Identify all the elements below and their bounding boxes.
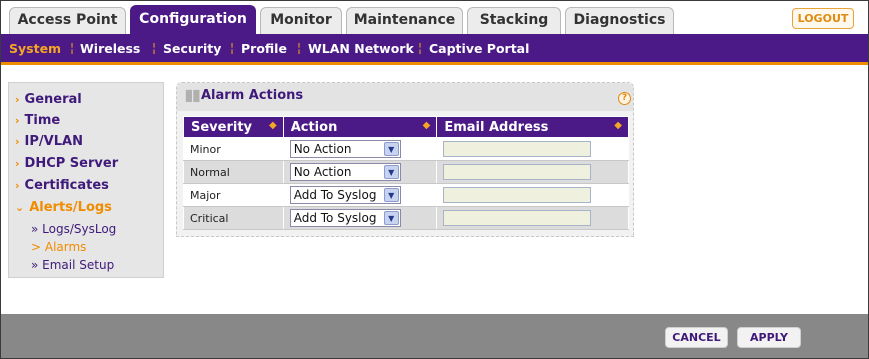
- chevron-down-icon[interactable]: ▼: [383, 165, 399, 179]
- subnav-system[interactable]: System: [9, 41, 61, 56]
- subnav-captive-portal[interactable]: Captive Portal: [429, 41, 529, 56]
- table-row: Major Add To Syslog ▼: [183, 183, 629, 207]
- table-row: Minor No Action ▼: [183, 137, 629, 161]
- email-cell: [436, 137, 629, 161]
- action-cell: No Action ▼: [282, 137, 438, 161]
- table-row: Normal No Action ▼: [183, 160, 629, 184]
- panel-header: ■■ ■■ Alarm Actions ?: [177, 83, 633, 111]
- column-header-email-address[interactable]: Email Address ◆: [436, 116, 629, 138]
- column-header-severity[interactable]: Severity ◆: [183, 116, 284, 138]
- email-address-input[interactable]: [443, 187, 592, 203]
- accent-divider: [1, 62, 868, 65]
- action-select-value: Add To Syslog: [293, 188, 377, 202]
- action-select[interactable]: No Action ▼: [289, 140, 401, 158]
- sort-icon[interactable]: ◆: [269, 120, 277, 131]
- apply-button[interactable]: APPLY: [737, 327, 801, 348]
- tab-diagnostics[interactable]: Diagnostics: [565, 7, 674, 34]
- leftnav-subitem-alarms[interactable]: > Alarms: [31, 240, 86, 254]
- subnav-separator: ¦: [418, 41, 423, 55]
- sort-icon[interactable]: ◆: [614, 120, 622, 131]
- email-address-input[interactable]: [443, 141, 592, 157]
- chevron-down-icon[interactable]: ▼: [383, 142, 399, 156]
- subnav-separator: ¦: [297, 41, 302, 55]
- subnav-separator: ¦: [230, 41, 235, 55]
- severity-cell: Minor: [183, 137, 284, 161]
- tab-configuration[interactable]: Configuration: [130, 5, 256, 34]
- alarm-actions-table: Severity ◆ Action ◆ Email Address ◆ Minor N…: [183, 116, 629, 230]
- leftnav-item-label: General: [24, 92, 82, 107]
- email-address-input[interactable]: [443, 164, 592, 180]
- severity-cell: Normal: [183, 160, 284, 184]
- chevron-down-icon[interactable]: ▼: [383, 211, 399, 225]
- leftnav-item-time[interactable]: › Time: [15, 113, 60, 128]
- severity-cell: Major: [183, 183, 284, 207]
- chevron-right-icon: ›: [15, 114, 20, 127]
- leftnav-item-label: Certificates: [24, 178, 109, 193]
- leftnav-item-label: IP/VLAN: [24, 134, 83, 149]
- email-cell: [436, 160, 629, 184]
- column-header-label: Email Address: [444, 119, 549, 135]
- action-cell: No Action ▼: [282, 160, 438, 184]
- panel-title: Alarm Actions: [201, 88, 304, 103]
- email-cell: [436, 206, 629, 230]
- email-address-input[interactable]: [443, 210, 592, 226]
- table-header-row: Severity ◆ Action ◆ Email Address ◆: [183, 116, 629, 138]
- cancel-button[interactable]: CANCEL: [665, 327, 728, 348]
- severity-cell: Critical: [183, 206, 284, 230]
- chevron-right-icon: ›: [15, 157, 20, 170]
- subnav-wireless[interactable]: Wireless: [80, 41, 140, 56]
- leftnav-item-certificates[interactable]: › Certificates: [15, 178, 109, 193]
- leftnav-subitem-logs-syslog[interactable]: » Logs/SysLog: [31, 222, 116, 236]
- action-cell: Add To Syslog ▼: [282, 206, 438, 230]
- subnav-separator: ¦: [152, 41, 157, 55]
- sort-icon[interactable]: ◆: [423, 120, 431, 131]
- subnav-security[interactable]: Security: [163, 41, 221, 56]
- leftnav-item-general[interactable]: › General: [15, 92, 82, 107]
- tab-stacking[interactable]: Stacking: [467, 7, 561, 34]
- column-header-label: Severity: [191, 119, 253, 135]
- leftnav-item-dhcp-server[interactable]: › DHCP Server: [15, 156, 118, 171]
- chevron-right-icon: ›: [15, 93, 20, 106]
- footer-bar: CANCEL APPLY: [1, 314, 868, 358]
- leftnav-subitem-email-setup[interactable]: » Email Setup: [31, 258, 114, 272]
- tab-maintenance[interactable]: Maintenance: [346, 7, 463, 34]
- chevron-down-icon: ⌄: [15, 201, 25, 214]
- subnav-wlan-network[interactable]: WLAN Network: [308, 41, 414, 56]
- sub-navigation: System ¦ Wireless ¦ Security ¦ Profile ¦…: [1, 34, 868, 62]
- column-header-action[interactable]: Action ◆: [282, 116, 438, 138]
- action-select[interactable]: No Action ▼: [289, 163, 401, 181]
- table-row: Critical Add To Syslog ▼: [183, 206, 629, 230]
- main-tabbar: Access Point Configuration Monitor Maint…: [1, 1, 868, 34]
- action-select-value: No Action: [293, 142, 352, 156]
- alarm-actions-panel: ■■ ■■ Alarm Actions ? Severity ◆ Action ◆ E…: [176, 82, 634, 237]
- leftnav-item-alerts-logs[interactable]: ⌄ Alerts/Logs: [15, 200, 112, 215]
- subnav-profile[interactable]: Profile: [241, 41, 287, 56]
- leftnav-item-label: Alerts/Logs: [29, 200, 112, 215]
- chevron-right-icon: ›: [15, 135, 20, 148]
- leftnav-item-label: Time: [24, 113, 61, 128]
- column-header-label: Action: [290, 119, 338, 135]
- leftnav-item-ip-vlan[interactable]: › IP/VLAN: [15, 134, 83, 149]
- app-frame: Access Point Configuration Monitor Maint…: [0, 0, 869, 359]
- logout-button[interactable]: LOGOUT: [792, 8, 854, 29]
- subnav-separator: ¦: [70, 41, 75, 55]
- action-select[interactable]: Add To Syslog ▼: [289, 209, 401, 227]
- help-icon[interactable]: ?: [618, 92, 631, 105]
- chevron-right-icon: ›: [15, 179, 20, 192]
- tab-monitor[interactable]: Monitor: [260, 7, 342, 34]
- tab-access-point[interactable]: Access Point: [9, 7, 126, 34]
- leftnav-item-label: DHCP Server: [24, 156, 119, 171]
- left-navigation: › General › Time › IP/VLAN › DHCP Server › Ce…: [8, 82, 164, 278]
- action-select-value: Add To Syslog: [293, 211, 377, 225]
- action-cell: Add To Syslog ▼: [282, 183, 438, 207]
- action-select-value: No Action: [293, 165, 352, 179]
- drag-handle-icon[interactable]: ■■ ■■: [185, 89, 200, 103]
- chevron-down-icon[interactable]: ▼: [383, 188, 399, 202]
- email-cell: [436, 183, 629, 207]
- action-select[interactable]: Add To Syslog ▼: [289, 186, 401, 204]
